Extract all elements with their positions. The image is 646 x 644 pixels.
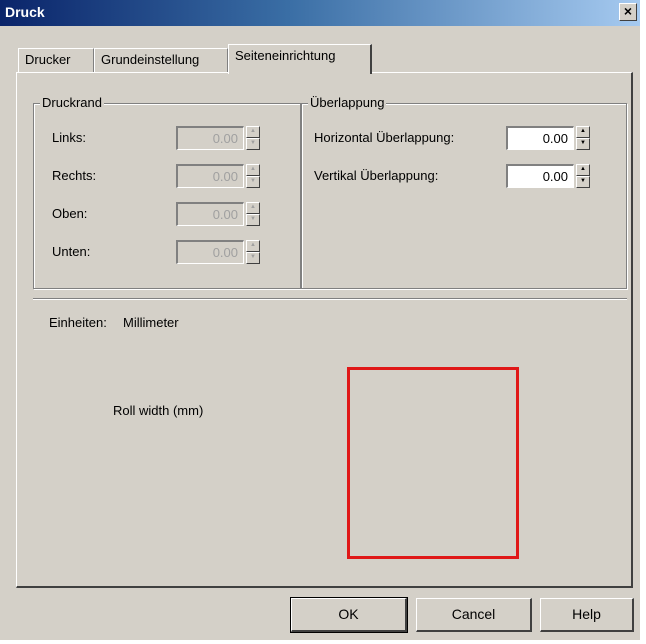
roll-width-label: Roll width (mm) (113, 403, 204, 418)
cancel-button[interactable]: Cancel (416, 598, 532, 632)
help-button[interactable]: Help (540, 598, 634, 632)
tab-drucker[interactable]: Drucker (18, 48, 94, 72)
druckrand-group: Druckrand Links: 0.00 ▲ ▼ Rechts: 0.00 ▲… (33, 95, 301, 289)
einheiten-value: Millimeter (123, 315, 179, 330)
spin-up-icon[interactable]: ▲ (246, 240, 260, 252)
tab-grundeinstellung[interactable]: Grundeinstellung (94, 48, 228, 72)
spin-up-icon[interactable]: ▲ (246, 202, 260, 214)
einheiten-label: Einheiten: (49, 315, 107, 330)
unten-label: Unten: (52, 244, 91, 259)
highlight-annotation-box (347, 367, 519, 559)
oben-label: Oben: (52, 206, 88, 221)
tab-seiteneinrichtung-label: Seiteneinrichtung (235, 48, 336, 63)
spin-down-icon[interactable]: ▼ (246, 214, 260, 226)
spin-up-icon[interactable]: ▲ (576, 164, 590, 176)
print-dialog: Druck × Drucker Grundeinstellung Seitene… (0, 0, 640, 640)
title-bar: Druck × (0, 0, 640, 26)
close-icon[interactable]: × (619, 3, 637, 21)
horizontal-ueberlappung-label: Horizontal Überlappung: (314, 130, 455, 145)
spin-down-icon[interactable]: ▼ (246, 252, 260, 264)
tab-seiteneinrichtung[interactable]: Seiteneinrichtung (228, 44, 372, 74)
spin-down-icon[interactable]: ▼ (246, 138, 260, 150)
vertikal-ueberlappung-label: Vertikal Überlappung: (314, 168, 439, 183)
rechts-value[interactable]: 0.00 (176, 164, 244, 188)
horizontal-ueberlappung-spinner[interactable]: 0.00 ▲ ▼ (506, 126, 590, 150)
spin-down-icon[interactable]: ▼ (576, 176, 590, 188)
ueberlappung-legend: Überlappung (308, 95, 387, 110)
druckrand-legend: Druckrand (40, 95, 104, 110)
unten-spinner[interactable]: 0.00 ▲ ▼ (176, 240, 260, 264)
vertikal-ueberlappung-spinner[interactable]: 0.00 ▲ ▼ (506, 164, 590, 188)
links-spinner[interactable]: 0.00 ▲ ▼ (176, 126, 260, 150)
tab-drucker-label: Drucker (25, 52, 71, 67)
spin-up-icon[interactable]: ▲ (576, 126, 590, 138)
spin-down-icon[interactable]: ▼ (246, 176, 260, 188)
spin-down-icon[interactable]: ▼ (576, 138, 590, 150)
ok-button[interactable]: OK (290, 597, 408, 633)
rechts-spinner[interactable]: 0.00 ▲ ▼ (176, 164, 260, 188)
vertikal-ueberlappung-value[interactable]: 0.00 (506, 164, 574, 188)
rechts-label: Rechts: (52, 168, 97, 183)
unten-value[interactable]: 0.00 (176, 240, 244, 264)
oben-spinner[interactable]: 0.00 ▲ ▼ (176, 202, 260, 226)
tab-grundeinstellung-label: Grundeinstellung (101, 52, 200, 67)
links-value[interactable]: 0.00 (176, 126, 244, 150)
spin-up-icon[interactable]: ▲ (246, 126, 260, 138)
horizontal-ueberlappung-value[interactable]: 0.00 (506, 126, 574, 150)
ueberlappung-group: Überlappung Horizontal Überlappung: 0.00… (301, 95, 627, 289)
dialog-title: Druck (5, 4, 45, 20)
section-divider (33, 298, 627, 300)
seiteneinrichtung-panel: Druckrand Links: 0.00 ▲ ▼ Rechts: 0.00 ▲… (16, 72, 633, 588)
spin-up-icon[interactable]: ▲ (246, 164, 260, 176)
oben-value[interactable]: 0.00 (176, 202, 244, 226)
links-label: Links: (52, 130, 86, 145)
